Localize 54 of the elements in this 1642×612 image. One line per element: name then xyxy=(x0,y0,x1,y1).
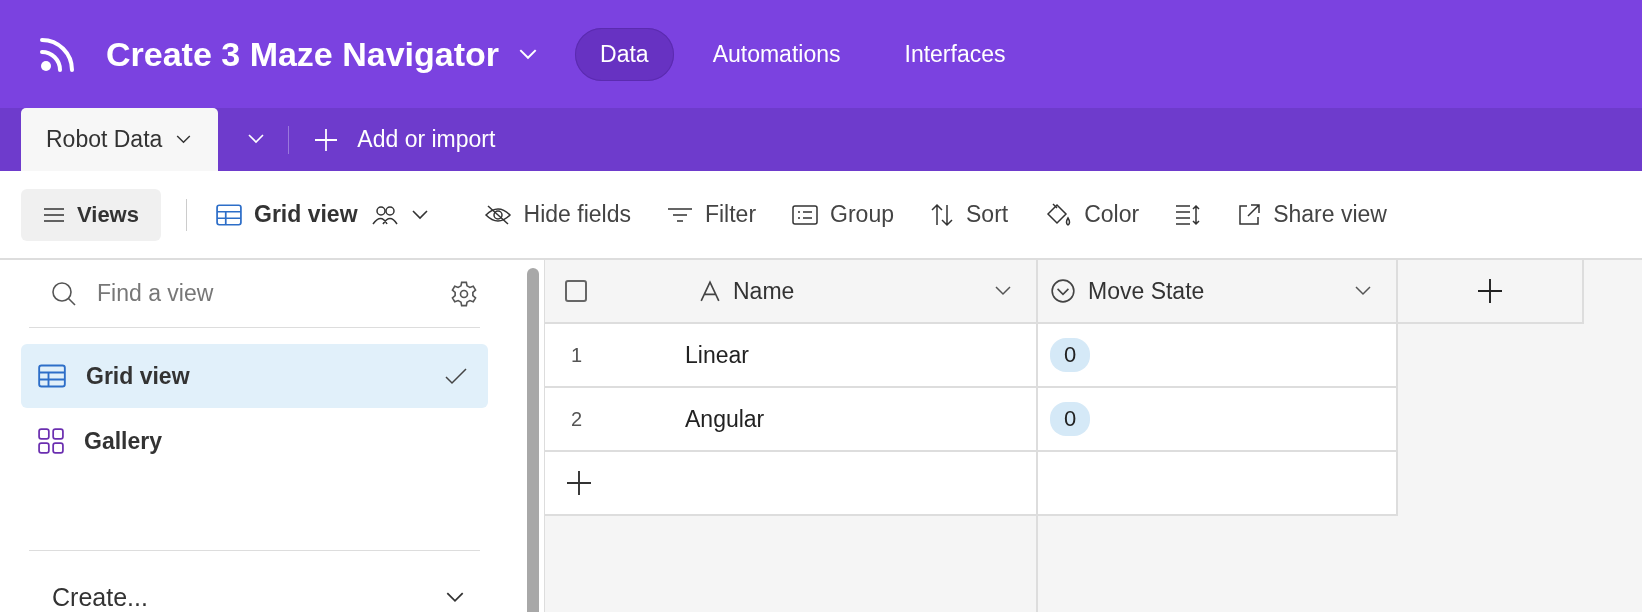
chevron-down-icon xyxy=(446,592,464,603)
add-record-icon[interactable] xyxy=(567,471,591,495)
base-title[interactable]: Create 3 Maze Navigator xyxy=(106,34,500,74)
select-field-icon xyxy=(1050,278,1076,304)
row-number: 2 xyxy=(571,407,584,431)
header-cell: Move State xyxy=(1038,260,1398,324)
plus-icon xyxy=(315,128,338,151)
nav-tab[interactable]: Data xyxy=(575,27,674,81)
share-button[interactable]: Share view xyxy=(1219,188,1405,241)
select-option-tag: 0 xyxy=(1050,402,1091,436)
color-button[interactable]: Color xyxy=(1026,188,1158,241)
view-item[interactable]: Grid view xyxy=(21,344,488,409)
checkbox[interactable] xyxy=(565,280,587,302)
search-icon xyxy=(51,280,77,307)
chevron-down-icon[interactable] xyxy=(995,286,1011,296)
nav-tab[interactable]: Automations xyxy=(687,27,866,81)
chevron-down-icon xyxy=(176,135,192,144)
views-button[interactable]: Views xyxy=(21,188,161,241)
filter-icon xyxy=(666,206,693,223)
menu-icon xyxy=(43,206,65,223)
sort-button[interactable]: Sort xyxy=(912,188,1027,241)
create-view-section[interactable]: Create... xyxy=(21,551,488,612)
header-cell: Name xyxy=(545,260,1038,324)
nav-tab[interactable]: Interfaces xyxy=(879,27,1031,81)
table-cell: Angular xyxy=(685,405,765,433)
gallery-icon xyxy=(38,428,64,455)
table-cell: Linear xyxy=(685,341,749,369)
row-number: 1 xyxy=(571,343,584,367)
add-field-button[interactable] xyxy=(1398,260,1584,324)
paint-bucket-icon xyxy=(1044,201,1073,228)
check-icon xyxy=(444,367,468,386)
add-table-button[interactable]: Add or import xyxy=(289,108,522,171)
view-switcher[interactable]: Grid view xyxy=(212,188,446,241)
group-button[interactable]: Group xyxy=(774,188,912,241)
hide-button[interactable]: Hide fields xyxy=(465,188,649,241)
eye-slash-icon xyxy=(483,204,512,225)
view-item[interactable]: Gallery xyxy=(21,409,488,474)
table-tab[interactable]: Robot Data xyxy=(21,108,219,171)
sort-icon xyxy=(930,202,954,227)
filter-button[interactable]: Filter xyxy=(648,188,775,241)
text-field-icon xyxy=(699,280,721,302)
select-option-tag: 0 xyxy=(1050,338,1091,372)
people-icon xyxy=(369,203,400,226)
chevron-down-icon xyxy=(411,209,428,220)
settings-icon[interactable] xyxy=(450,279,478,308)
external-link-icon xyxy=(1237,202,1262,227)
grid-icon xyxy=(216,203,242,226)
row-height-icon xyxy=(1175,203,1202,226)
grid-icon xyxy=(38,364,66,389)
scrollbar-thumb[interactable] xyxy=(527,268,539,612)
list-icon xyxy=(792,204,819,225)
plus-icon xyxy=(1478,279,1502,303)
chevron-down-icon[interactable] xyxy=(1355,286,1371,296)
find-view-field[interactable]: Find a view xyxy=(95,279,432,309)
